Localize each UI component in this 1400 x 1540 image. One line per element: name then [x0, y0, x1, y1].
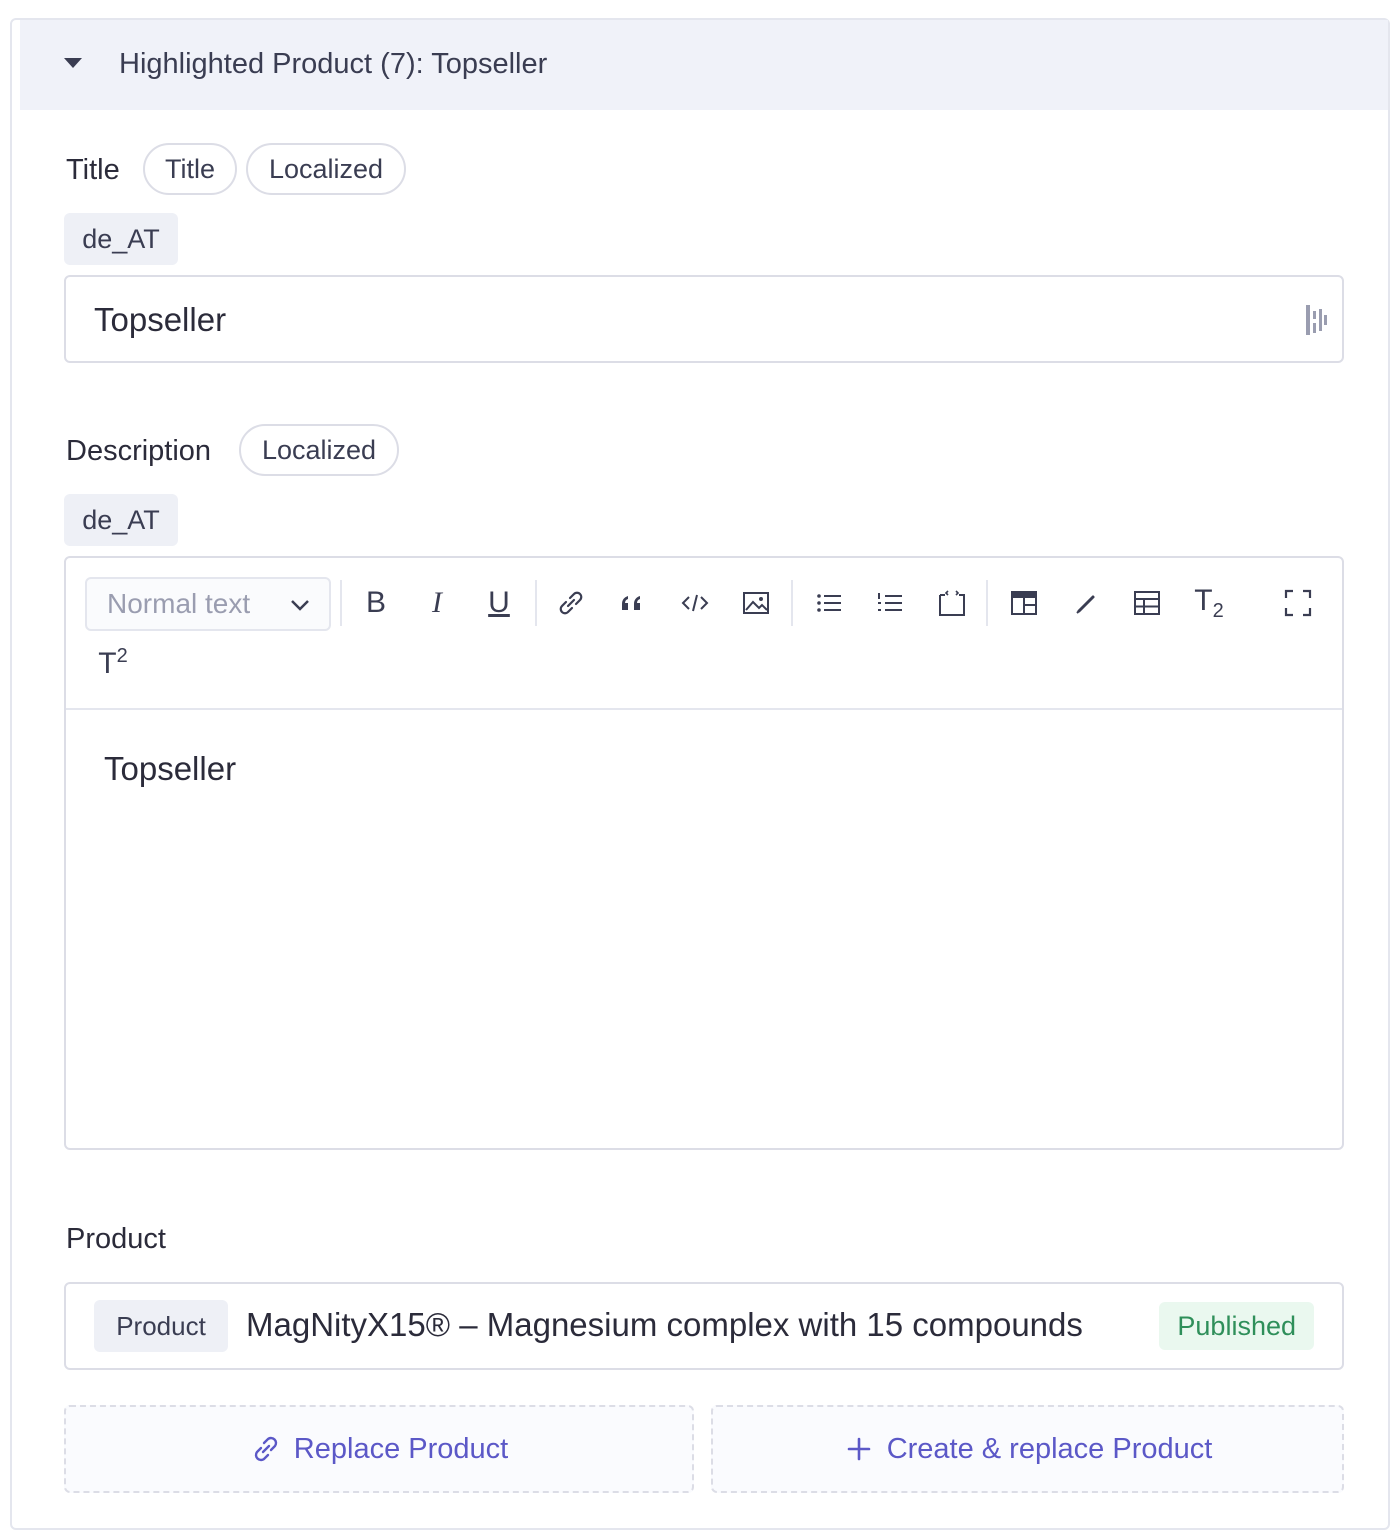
code-button[interactable] — [675, 583, 715, 623]
chevron-down-icon — [291, 600, 309, 611]
subscript-icon: T2 — [1194, 583, 1224, 622]
bold-button[interactable]: B — [356, 583, 396, 623]
editor-toolbar: Normal text B I U T2 T2 — [66, 558, 1342, 710]
code-block-icon — [939, 590, 965, 616]
description-localized-tag: Localized — [239, 424, 399, 476]
product-label: Product — [66, 1223, 166, 1255]
superscript-icon: T2 — [98, 645, 128, 680]
description-label: Description — [66, 435, 212, 467]
table-button[interactable] — [1127, 583, 1167, 623]
product-type-tag: Product — [94, 1300, 228, 1352]
locale-tag: de_AT — [64, 213, 178, 265]
title-input-value: Topseller — [94, 301, 227, 338]
image-button[interactable] — [736, 583, 776, 623]
title-label: Title — [66, 154, 120, 186]
link-button[interactable] — [551, 583, 591, 623]
subscript-button[interactable]: T2 — [1189, 583, 1229, 623]
description-locale-tag: de_AT — [64, 494, 178, 546]
title-input[interactable]: Topseller — [64, 275, 1344, 363]
quote-icon — [622, 596, 640, 610]
quote-button[interactable] — [613, 583, 653, 623]
highlight-button[interactable] — [1066, 583, 1106, 623]
create-replace-product-label: Create & replace Product — [886, 1432, 1213, 1465]
code-block-button[interactable] — [932, 583, 972, 623]
bullet-list-icon — [817, 594, 841, 612]
table-icon — [1134, 591, 1160, 615]
status-badge: Published — [1159, 1302, 1314, 1350]
layout-button[interactable] — [1004, 583, 1044, 623]
editor-content[interactable]: Topseller — [104, 750, 236, 788]
numbered-list-button[interactable] — [870, 583, 910, 623]
underline-button[interactable]: U — [479, 583, 519, 623]
replace-product-label: Replace Product — [293, 1432, 509, 1465]
italic-icon: I — [432, 586, 442, 619]
rich-text-editor: Normal text B I U T2 T2 Topseller — [64, 556, 1344, 1150]
replace-product-button[interactable]: Replace Product — [64, 1405, 694, 1493]
panel-header[interactable]: Highlighted Product (7): Topseller — [20, 20, 1388, 110]
italic-button[interactable]: I — [417, 583, 457, 623]
pen-icon — [1076, 595, 1095, 614]
numbered-list-icon — [878, 593, 902, 611]
fullscreen-button[interactable] — [1278, 583, 1318, 623]
underline-icon: U — [488, 586, 510, 619]
panel-title: Highlighted Product (7): Topseller — [119, 48, 548, 80]
title-tag: Title — [143, 143, 237, 195]
plus-icon — [847, 1437, 870, 1461]
collapse-caret-icon[interactable] — [64, 58, 82, 68]
text-format-value: Normal text — [107, 588, 251, 619]
product-reference[interactable]: Product MagNityX15® – Magnesium complex … — [64, 1282, 1344, 1370]
link-icon — [559, 591, 583, 615]
bullet-list-button[interactable] — [809, 583, 849, 623]
fullscreen-icon — [1284, 589, 1312, 617]
create-replace-product-button[interactable]: Create & replace Product — [711, 1405, 1344, 1493]
bold-icon: B — [365, 586, 386, 619]
translate-icon[interactable] — [1304, 303, 1328, 337]
link-icon — [254, 1436, 277, 1462]
image-icon — [743, 592, 769, 614]
product-name[interactable]: MagNityX15® – Magnesium complex with 15 … — [246, 1306, 1083, 1344]
layout-icon — [1011, 591, 1037, 615]
code-icon — [681, 594, 709, 612]
text-format-select[interactable]: Normal text — [85, 577, 331, 631]
superscript-button[interactable]: T2 — [93, 643, 133, 683]
localized-tag: Localized — [246, 143, 406, 195]
